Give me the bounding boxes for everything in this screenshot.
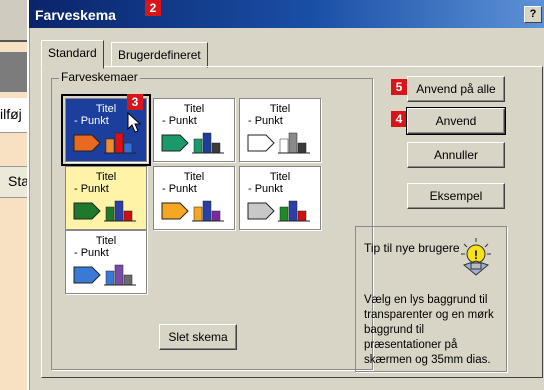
scheme-preview-icon (247, 132, 310, 154)
tip-heading: Tip til nye brugere (364, 241, 460, 255)
cancel-button[interactable]: Annuller (407, 142, 505, 168)
scheme-point: - Punkt (162, 183, 197, 195)
scheme-2[interactable]: Titel - Punkt (153, 98, 235, 162)
scheme-7[interactable]: Titel - Punkt (65, 230, 147, 294)
scheme-title: Titel (183, 171, 205, 183)
color-scheme-dialog: Farveskema ? 2 Standard Brugerdefineret … (27, 0, 544, 390)
scheme-point: - Punkt (74, 183, 109, 195)
scheme-4[interactable]: Titel - Punkt (65, 166, 147, 230)
scheme-point: - Punkt (248, 183, 283, 195)
apply-all-button[interactable]: Anvend på alle (407, 76, 505, 102)
badge-4: 4 (391, 111, 407, 127)
apply-button[interactable]: Anvend (406, 107, 506, 135)
tip-box: Tip til nye brugere ! Vælg en lys baggru… (355, 226, 507, 372)
title-bar[interactable]: Farveskema ? (29, 0, 544, 28)
svg-text:!: ! (474, 248, 478, 262)
scheme-point: - Punkt (74, 115, 109, 127)
scheme-preview-icon (161, 200, 224, 222)
delete-scheme-button[interactable]: Slet skema (159, 324, 237, 350)
scheme-preview-icon (247, 200, 310, 222)
scheme-6[interactable]: Titel - Punkt (239, 166, 321, 230)
scheme-title: Titel (183, 103, 205, 115)
tab-brugerdefineret[interactable]: Brugerdefineret (111, 42, 208, 68)
scheme-preview-icon (73, 264, 136, 286)
lightbulb-icon: ! (461, 238, 491, 276)
scheme-5[interactable]: Titel - Punkt (153, 166, 235, 230)
preview-button[interactable]: Eksempel (407, 183, 505, 209)
scheme-title: Titel (269, 171, 291, 183)
help-button[interactable]: ? (524, 6, 542, 23)
scheme-point: - Punkt (74, 247, 109, 259)
badge-2: 2 (145, 0, 161, 16)
badge-5: 5 (391, 79, 407, 95)
badge-3: 3 (127, 94, 143, 110)
scheme-title: Titel (95, 171, 117, 183)
group-label: Farveskemaer (59, 70, 140, 84)
scheme-preview-icon (73, 200, 136, 222)
scheme-title: Titel (95, 235, 117, 247)
scheme-preview-icon (161, 132, 224, 154)
tip-body: Vælg en lys baggrund til transparenter o… (364, 294, 494, 366)
scheme-title: Titel (269, 103, 291, 115)
scheme-point: - Punkt (162, 115, 197, 127)
scheme-point: - Punkt (248, 115, 283, 127)
dialog-title: Farveskema (35, 7, 116, 23)
mouse-pointer-icon (127, 112, 141, 133)
scheme-3[interactable]: Titel - Punkt (239, 98, 321, 162)
tab-standard[interactable]: Standard (41, 40, 104, 69)
